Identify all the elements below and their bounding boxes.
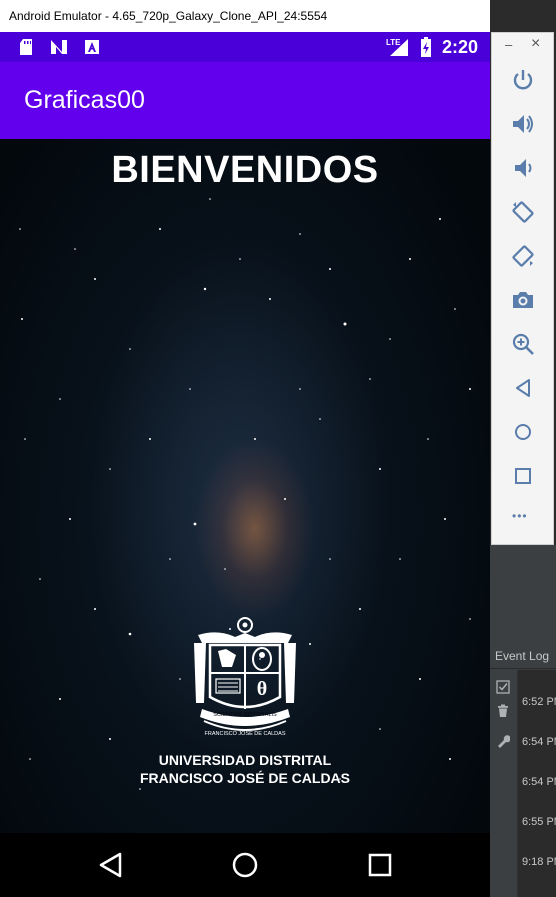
home-icon[interactable]: [510, 419, 536, 445]
svg-text:LTE: LTE: [386, 38, 401, 47]
main-content: BIENVENIDOS θ SCIENTIAS DISTRITALIS FRAN…: [0, 139, 490, 833]
trash-icon[interactable]: [496, 704, 510, 718]
back-icon[interactable]: [510, 375, 536, 401]
status-bar: LTE 2:20: [0, 32, 490, 62]
device-screen[interactable]: LTE 2:20 Graficas00 BIENVENIDOS θ SCIENT…: [0, 32, 490, 897]
recents-icon[interactable]: [364, 849, 396, 881]
overview-icon[interactable]: [510, 463, 536, 489]
minimize-button[interactable]: –: [505, 37, 512, 52]
university-name-line2: FRANCISCO JOSÉ DE CALDAS: [139, 770, 351, 786]
event-log-tab[interactable]: Event Log: [490, 643, 556, 669]
power-icon[interactable]: [510, 67, 536, 93]
welcome-heading: BIENVENIDOS: [111, 149, 379, 191]
close-button[interactable]: ×: [531, 35, 540, 53]
log-entry-time: 6:52 PM: [522, 696, 556, 708]
android-nav-bar: [0, 833, 490, 897]
rotate-right-icon[interactable]: [510, 243, 536, 269]
wrench-icon[interactable]: [496, 734, 510, 748]
crest-ribbon: FRANCISCO JOSÉ DE CALDAS: [205, 730, 286, 737]
more-icon[interactable]: •••: [512, 509, 528, 523]
ide-panel: Event Log 6:52 PM 6:54 PM 6:54 PM 6:55 P…: [490, 545, 556, 897]
battery-icon: [420, 37, 431, 57]
volume-down-icon[interactable]: [510, 155, 536, 181]
volume-up-icon[interactable]: [510, 111, 536, 137]
a-notification-icon: [85, 40, 99, 54]
mark-read-icon[interactable]: [496, 680, 510, 694]
university-name-line1: UNIVERSIDAD DISTRITAL: [158, 752, 332, 768]
app-title: Graficas00: [24, 86, 145, 114]
ide-toolbar-strip: [490, 595, 556, 648]
log-entry-time: 6:54 PM: [522, 736, 556, 748]
crest-motto: SCIENTIAS DISTRITALIS: [213, 712, 277, 718]
svg-text:θ: θ: [257, 678, 267, 700]
log-entry-time: 6:54 PM: [522, 776, 556, 788]
log-entry-time: 6:55 PM: [522, 816, 556, 828]
zoom-icon[interactable]: [510, 331, 536, 357]
event-log-list: 6:52 PM 6:54 PM 6:54 PM 6:55 PM 9:18 PM: [518, 670, 556, 897]
n-notification-icon: [51, 40, 67, 54]
emulator-side-toolbar: – × •••: [491, 32, 554, 545]
window-title: Android Emulator - 4.65_720p_Galaxy_Clon…: [0, 0, 490, 32]
lte-signal-icon: LTE: [386, 38, 408, 56]
app-bar: Graficas00: [0, 62, 490, 139]
event-log-gutter: [490, 670, 518, 897]
home-icon[interactable]: [229, 849, 261, 881]
sd-card-icon: [20, 39, 32, 55]
camera-icon[interactable]: [510, 287, 536, 313]
log-entry-time: 9:18 PM: [522, 856, 556, 868]
emulator-window: Android Emulator - 4.65_720p_Galaxy_Clon…: [0, 0, 490, 897]
back-icon[interactable]: [95, 849, 127, 881]
university-crest-logo: θ SCIENTIAS DISTRITALIS FRANCISCO JOSÉ D…: [194, 617, 296, 737]
toolbar-window-controls: – ×: [492, 33, 555, 59]
rotate-left-icon[interactable]: [510, 199, 536, 225]
status-time: 2:20: [441, 36, 478, 57]
